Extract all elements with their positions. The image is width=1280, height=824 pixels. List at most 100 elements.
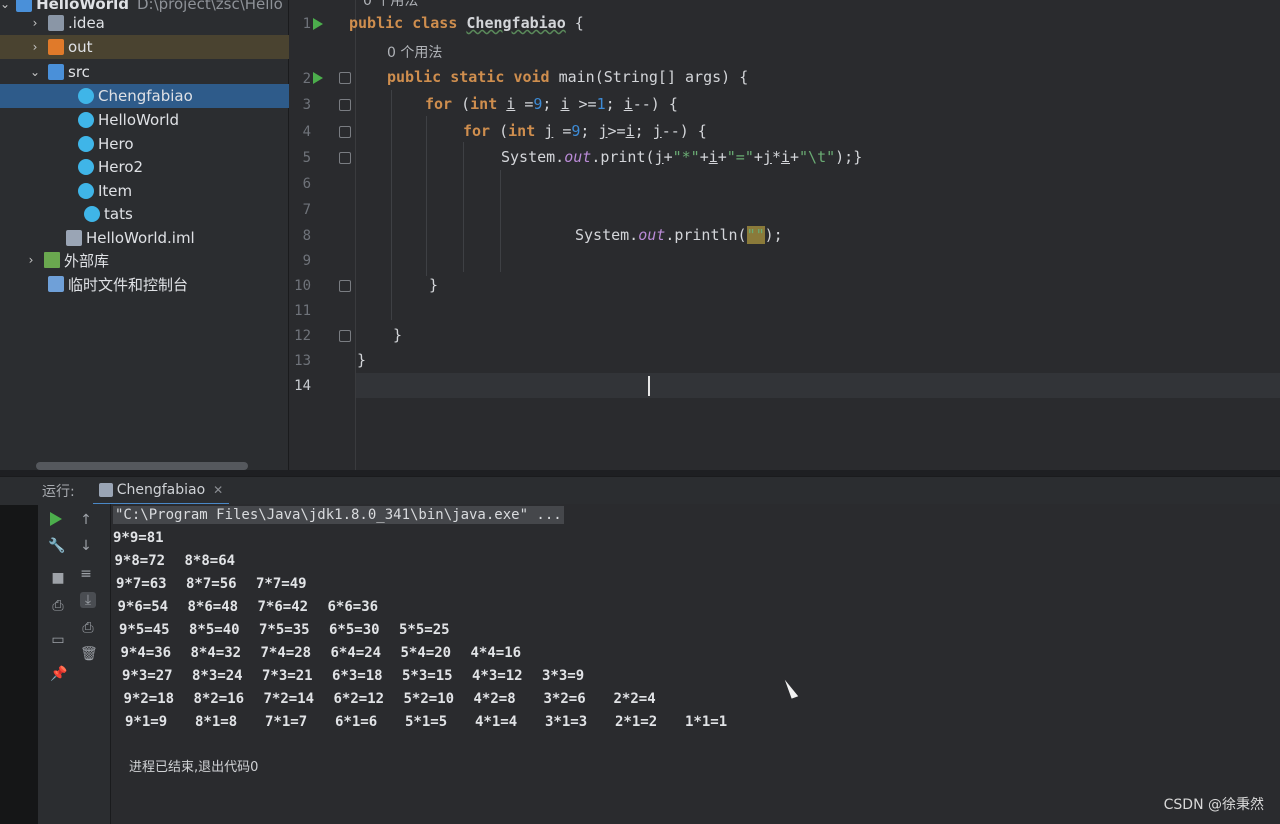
line-number: 14: [294, 378, 311, 394]
console-output-cell: 3*2=6: [543, 691, 586, 707]
console-output-cell: 6*5=30: [329, 622, 380, 638]
indent-guide: [463, 142, 464, 272]
folder-orange-icon: [48, 39, 64, 55]
console-output-cell: 7*5=35: [259, 622, 310, 638]
run-main-icon[interactable]: [313, 72, 323, 84]
console-output-line: 9*7=63 8*7=56 7*7=49: [116, 576, 326, 592]
line-number: 1: [302, 16, 311, 32]
watermark: CSDN @徐秉然: [1163, 797, 1264, 813]
layout-icon[interactable]: ▭: [50, 632, 66, 648]
code-line-10: }: [429, 276, 439, 294]
chevron-down-icon[interactable]: ⌄: [28, 65, 42, 79]
stop-icon[interactable]: ■: [50, 570, 66, 586]
code-line-5: System.out.print(j+"*"+i+"="+j*i+"\t");}: [501, 148, 863, 166]
console-output-cell: 3*3=9: [542, 668, 585, 684]
console-output-cell: 9*3=27: [122, 668, 173, 684]
fold-icon[interactable]: [339, 72, 351, 84]
tree-item-label: Chengfabiao: [98, 87, 193, 105]
chevron-down-icon[interactable]: ⌄: [0, 0, 10, 11]
line-number: 5: [302, 150, 311, 166]
console-output-cell: 4*3=12: [472, 668, 523, 684]
code-line-4: for (int j =9; j>=i; j--) {: [463, 122, 707, 140]
console-output-cell: 9*9=81: [113, 530, 164, 546]
console-output-cell: 5*1=5: [405, 714, 448, 730]
tree-item-label: Hero: [98, 135, 134, 153]
usage-hint[interactable]: 0 个用法: [387, 42, 442, 62]
console-output-cell: 3*1=3: [545, 714, 588, 730]
class-icon: [78, 159, 94, 175]
close-icon[interactable]: ✕: [213, 483, 223, 497]
fold-icon[interactable]: [339, 152, 351, 164]
console-output-cell: 6*3=18: [332, 668, 383, 684]
console-output-line: 9*5=45 8*5=40 7*5=35 6*5=30 5*5=25: [119, 622, 469, 638]
scroll-to-end-icon[interactable]: ⤓: [80, 592, 96, 608]
run-toolbar: 🔧 ■ ⎙ ▭ 📌: [38, 504, 76, 824]
chevron-right-icon[interactable]: ›: [24, 253, 38, 267]
indent-guide: [426, 116, 427, 276]
run-class-icon[interactable]: [313, 18, 323, 30]
console-output-cell: 9*2=18: [123, 691, 175, 707]
run-tool-header: 运行: Chengfabiao ✕: [0, 476, 1280, 505]
arrow-down-icon[interactable]: ↓: [78, 538, 94, 554]
console-output-cell: 8*4=32: [190, 645, 242, 661]
run-console[interactable]: "C:\Program Files\Java\jdk1.8.0_341\bin\…: [111, 504, 1280, 824]
fold-icon[interactable]: [339, 126, 351, 138]
run-tab-chengfabiao[interactable]: Chengfabiao ✕: [92, 477, 230, 505]
run-label: 运行:: [42, 484, 75, 500]
top-usage-hint[interactable]: 0 个用法: [363, 0, 418, 10]
chevron-right-icon[interactable]: ›: [28, 16, 42, 30]
console-toolbar: ↑ ↓ ≡ ⤓ ⎙ 🗑: [76, 504, 111, 824]
console-output-cell: 2*2=4: [613, 691, 656, 707]
tree-item-label: 临时文件和控制台: [68, 275, 189, 294]
console-output-cell: 8*7=56: [186, 576, 237, 592]
console-output-cell: 7*6=42: [257, 599, 309, 615]
console-output-cell: 6*2=12: [333, 691, 385, 707]
line-number: 12: [294, 328, 311, 344]
tree-horizontal-scrollbar[interactable]: [36, 462, 248, 470]
tree-item-external-libraries[interactable]: › 外部库: [0, 248, 298, 272]
console-output-cell: 9*1=9: [125, 714, 168, 730]
tree-item-src[interactable]: ⌄ src: [0, 60, 302, 84]
console-output-cell: 8*5=40: [189, 622, 240, 638]
print-icon[interactable]: ⎙: [80, 620, 96, 636]
code-line-8: System.out.println("");: [575, 226, 783, 244]
tree-item-idea[interactable]: › .idea: [0, 11, 302, 35]
class-icon: [78, 136, 94, 152]
library-icon: [44, 252, 60, 268]
console-output-cell: 7*4=28: [260, 645, 312, 661]
line-number: 2: [302, 71, 311, 87]
line-number: 6: [302, 176, 311, 192]
dump-threads-icon[interactable]: ⎙: [50, 598, 66, 614]
console-output-cell: 7*2=14: [263, 691, 315, 707]
fold-icon[interactable]: [339, 99, 351, 111]
console-output-cell: 8*8=64: [184, 553, 236, 569]
soft-wrap-icon[interactable]: ≡: [78, 566, 94, 582]
arrow-up-icon[interactable]: ↑: [78, 512, 94, 528]
editor-gutter: 1 2 3 4 5 6 7 8 9 10 11 12 13 14: [289, 0, 356, 470]
code-editor[interactable]: 1 2 3 4 5 6 7 8 9 10 11 12 13 14 0 个用法 p…: [289, 0, 1280, 470]
console-output-line: 9*6=54 8*6=48 7*6=42 6*6=36: [118, 599, 398, 615]
console-output-cell: 6*1=6: [335, 714, 378, 730]
wrench-icon[interactable]: 🔧: [48, 538, 65, 554]
pin-icon[interactable]: 📌: [50, 666, 67, 682]
line-number: 13: [294, 353, 311, 369]
tree-item-out[interactable]: › out: [0, 35, 302, 59]
iml-file-icon: [66, 230, 82, 246]
java-command-line: "C:\Program Files\Java\jdk1.8.0_341\bin\…: [113, 506, 564, 524]
tree-item-label: .idea: [68, 14, 105, 32]
tree-item-label: HelloWorld: [98, 111, 180, 129]
tree-item-label: tats: [104, 205, 133, 223]
fold-icon[interactable]: [339, 330, 351, 342]
console-output-line: 9*9=81: [113, 530, 183, 546]
console-output-cell: 6*6=36: [327, 599, 379, 615]
text-caret: [648, 376, 650, 396]
fold-icon[interactable]: [339, 280, 351, 292]
line-number: 9: [302, 253, 311, 269]
console-output-cell: 7*3=21: [262, 668, 313, 684]
trash-icon[interactable]: 🗑: [80, 646, 98, 662]
console-output-line: 9*4=36 8*4=32 7*4=28 6*4=24 5*4=20 4*4=16: [121, 645, 541, 661]
rerun-icon[interactable]: [50, 512, 62, 526]
chevron-right-icon[interactable]: ›: [28, 40, 42, 54]
tree-item-scratches[interactable]: 临时文件和控制台: [0, 272, 322, 296]
run-tab-label: Chengfabiao: [116, 482, 206, 498]
